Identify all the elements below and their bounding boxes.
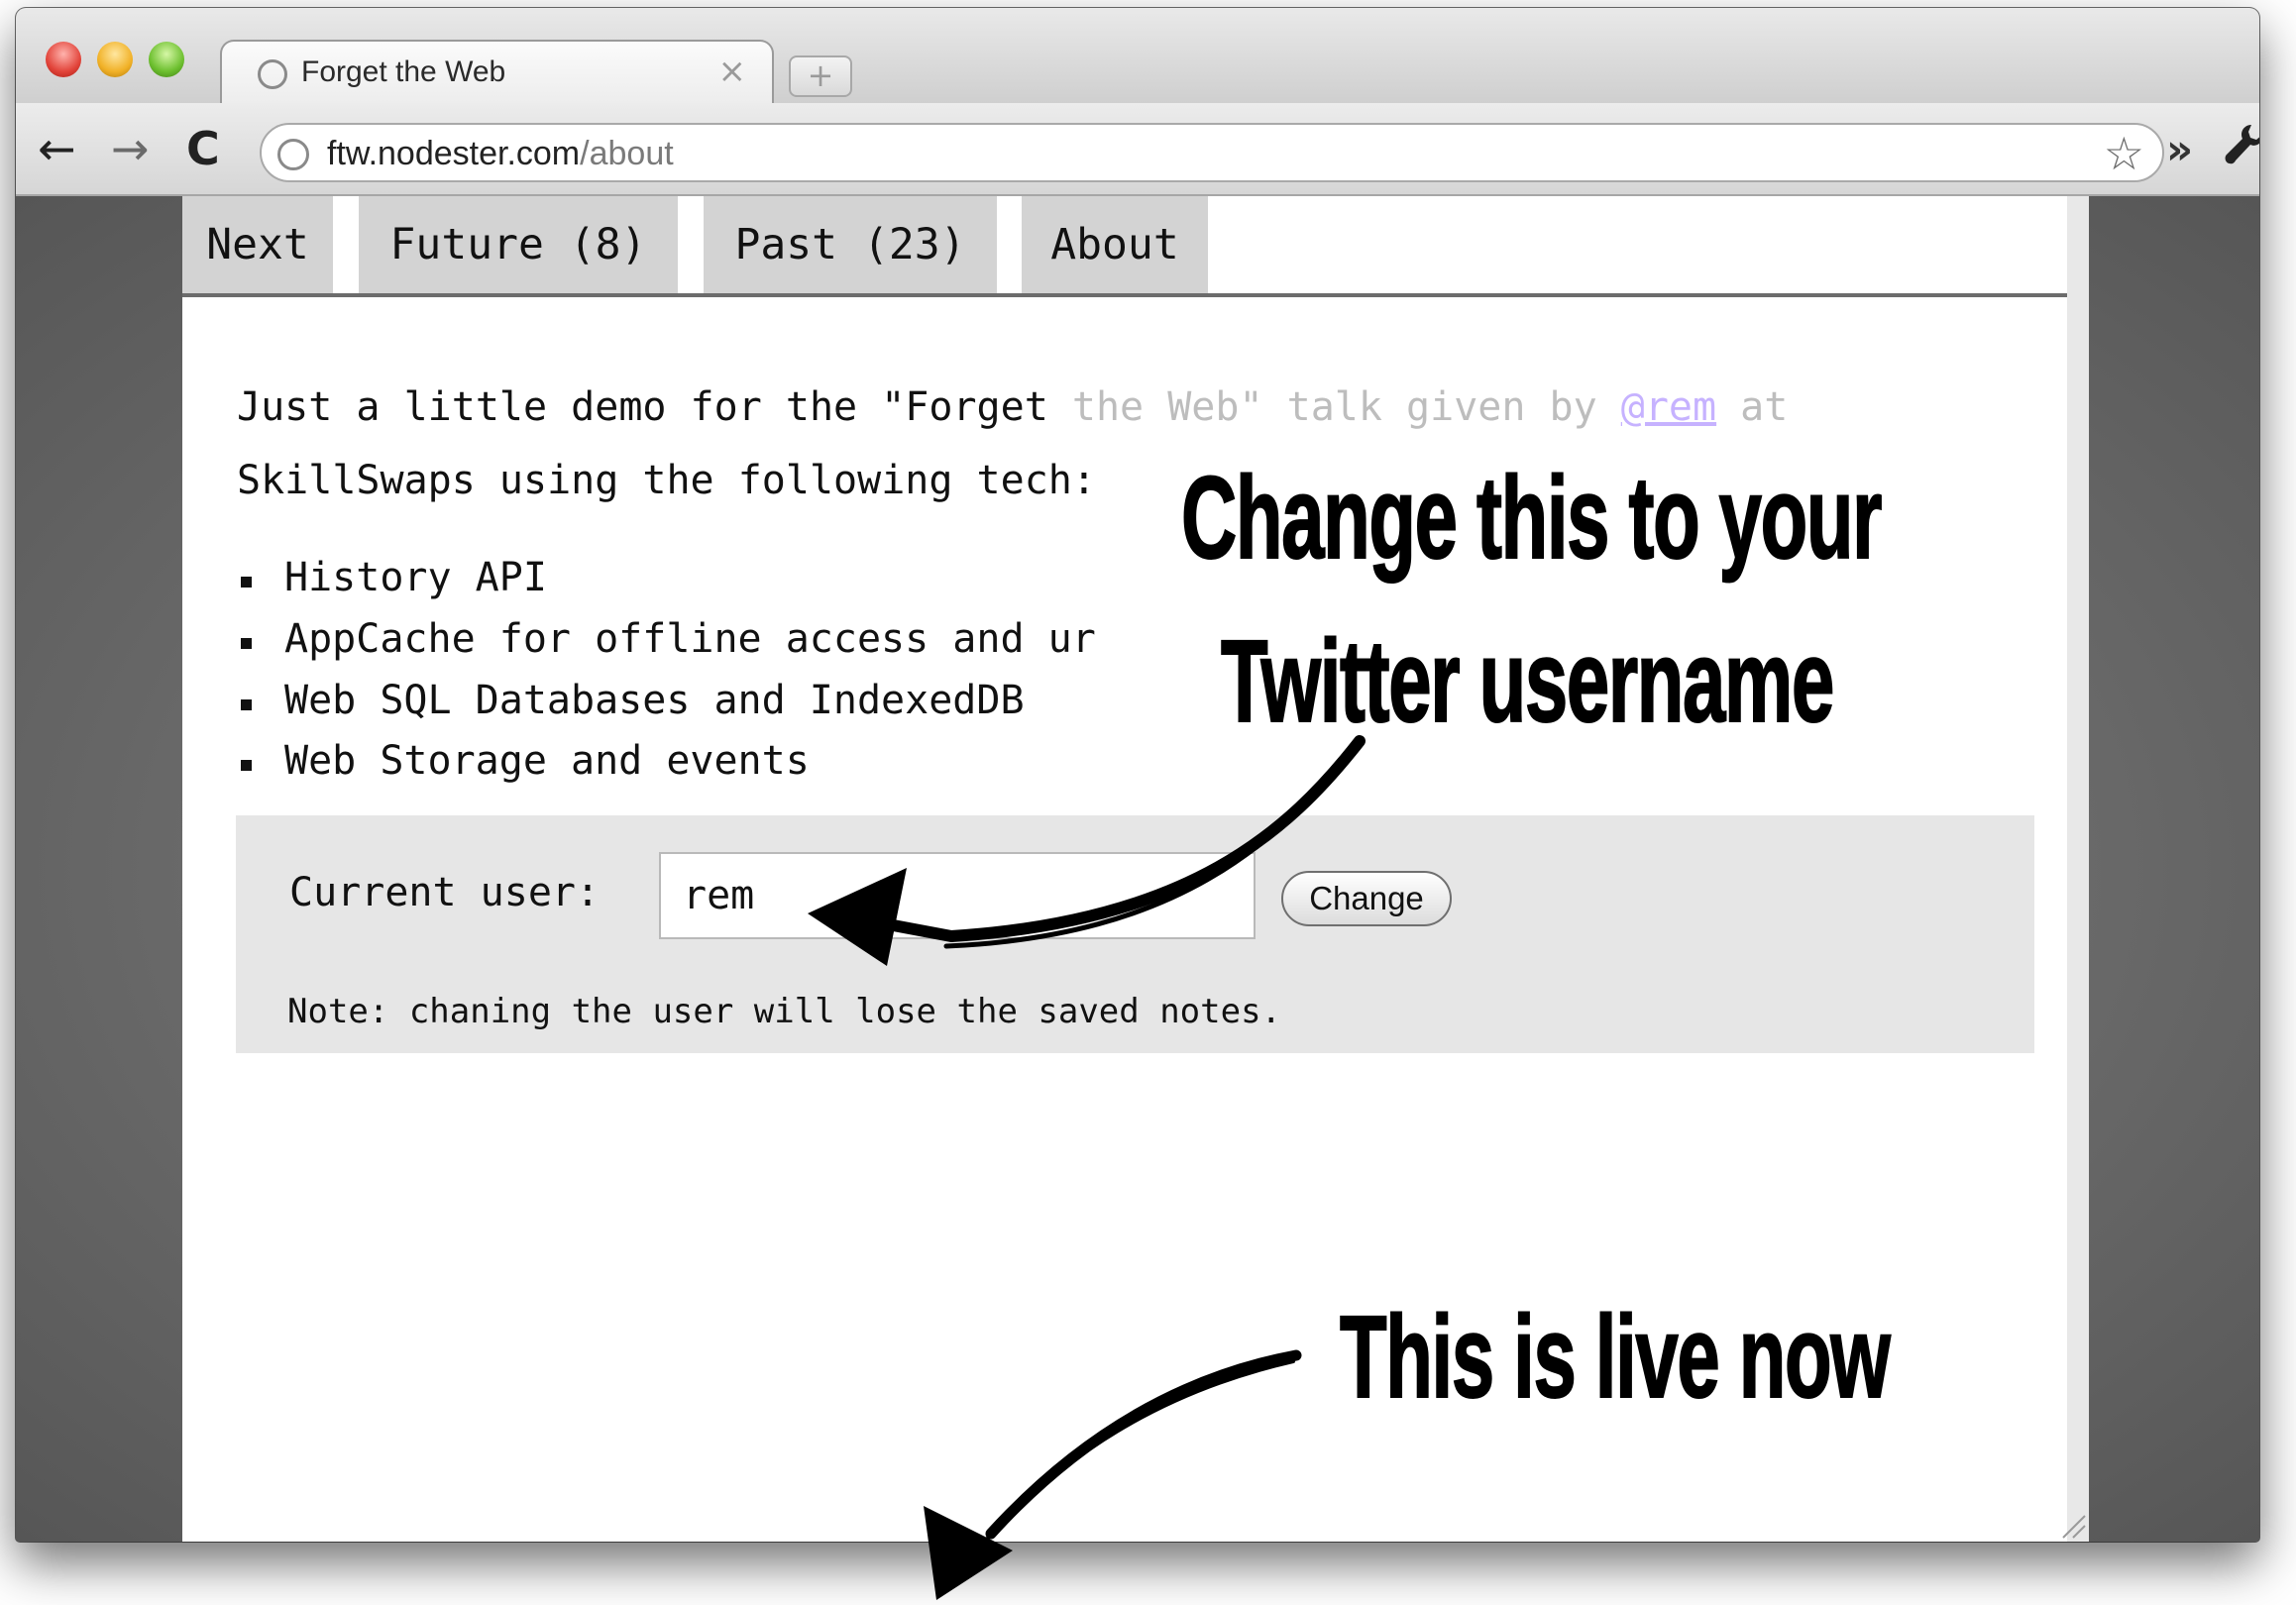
list-item-text: Web SQL Databases and IndexedDB <box>284 678 1025 723</box>
bookmarks-overflow-icon[interactable]: » <box>2166 125 2193 173</box>
nav-about[interactable]: About <box>1022 196 1208 293</box>
list-item: AppCache for offline access and ur <box>237 616 1096 662</box>
back-arrow-icon[interactable]: ← <box>38 121 76 176</box>
zoom-window-button[interactable] <box>149 42 184 77</box>
forward-arrow-icon[interactable]: → <box>111 121 150 176</box>
browser-tab[interactable]: Forget the Web × <box>220 40 774 107</box>
wrench-icon <box>2225 125 2259 164</box>
list-item: Web Storage and events <box>237 738 810 784</box>
site-nav: Next Future (8) Past (23) About <box>182 196 2089 297</box>
list-item: History API <box>237 555 547 600</box>
scrollbar-track[interactable] <box>2067 196 2089 1542</box>
title-bar: Forget the Web × + <box>16 8 2259 107</box>
intro-text-b: the Web" talk given by <box>1071 384 1621 430</box>
intro-text-c: at <box>1716 384 1789 430</box>
page-viewport: Next Future (8) Past (23) About Just a l… <box>16 196 2259 1542</box>
minimize-window-button[interactable] <box>97 42 133 77</box>
list-item: Web SQL Databases and IndexedDB <box>237 678 1025 723</box>
tab-title: Forget the Web <box>301 55 506 88</box>
browser-window: Forget the Web × + ← → C ftw.nodester.co… <box>16 8 2259 1542</box>
list-item-text: AppCache for offline access and ur <box>284 616 1096 662</box>
annotation-change-username-line2: Twitter username <box>1220 615 1835 748</box>
intro-line-1: Just a little demo for the "Forget the W… <box>237 384 1788 430</box>
close-window-button[interactable] <box>46 42 81 77</box>
annotation-live-now: This is live now <box>1339 1291 1891 1424</box>
resize-grip-icon[interactable] <box>2059 1512 2087 1540</box>
list-item-text: Web Storage and events <box>284 738 810 784</box>
address-bar[interactable]: ftw.nodester.com/about ☆ <box>260 123 2164 182</box>
nav-past[interactable]: Past (23) <box>704 196 997 293</box>
url-text[interactable]: ftw.nodester.com/about <box>327 135 674 173</box>
nav-future[interactable]: Future (8) <box>359 196 678 293</box>
globe-icon <box>258 59 287 89</box>
new-tab-button[interactable]: + <box>789 55 852 97</box>
url-path: /about <box>580 135 674 172</box>
bookmark-star-icon[interactable]: ☆ <box>2104 127 2144 180</box>
current-user-label: Current user: <box>289 870 601 915</box>
nav-next[interactable]: Next <box>182 196 333 293</box>
tab-close-icon[interactable]: × <box>718 52 747 91</box>
change-button[interactable]: Change <box>1281 871 1452 926</box>
rem-link[interactable]: @rem <box>1621 384 1716 430</box>
intro-text-a: Just a little demo for the "Forget <box>237 384 1072 430</box>
reload-icon[interactable]: C <box>186 121 220 176</box>
intro-line-2: SkillSwaps using the following tech: <box>237 458 1096 503</box>
site-info-globe-icon <box>277 139 309 170</box>
browser-toolbar: ← → C ftw.nodester.com/about ☆ » <box>16 103 2259 196</box>
annotation-change-username-line1: Change this to your <box>1180 452 1883 585</box>
current-user-panel: Current user: rem Change Note: chaning t… <box>236 815 2034 1053</box>
user-change-note: Note: chaning the user will lose the sav… <box>287 992 1282 1031</box>
url-host: ftw.nodester.com <box>327 135 581 172</box>
username-input[interactable]: rem <box>659 852 1256 939</box>
list-item-text: History API <box>284 555 547 600</box>
wrench-menu-icon[interactable] <box>2224 123 2259 177</box>
